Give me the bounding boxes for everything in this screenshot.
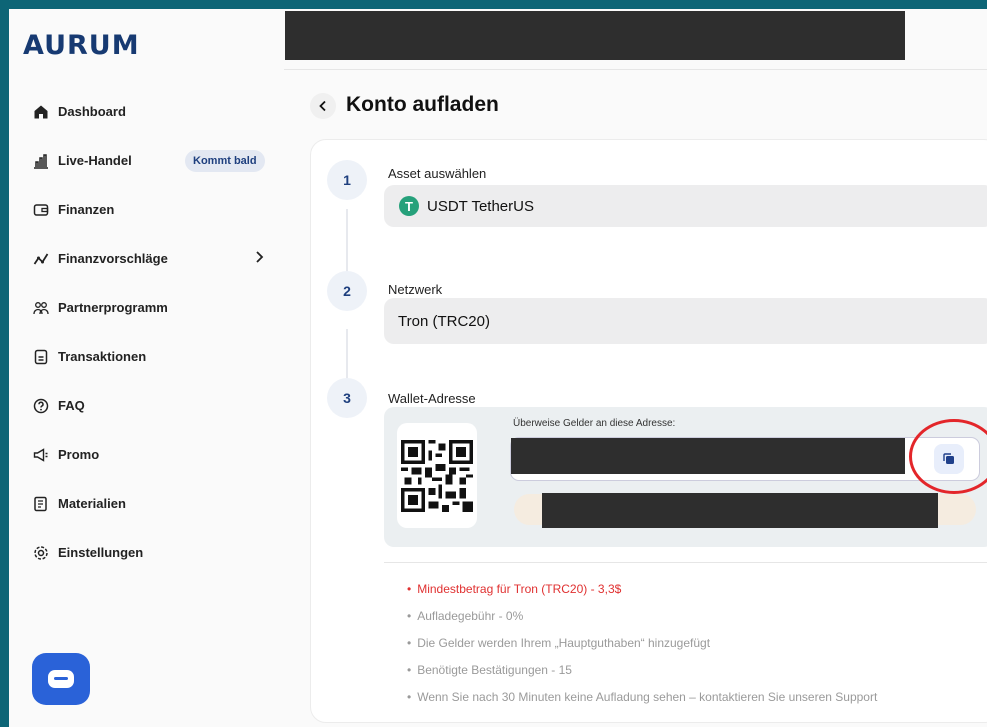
megaphone-icon	[33, 447, 49, 463]
sidebar-item-label: Finanzen	[58, 202, 115, 217]
step-label: Netzwerk	[388, 282, 443, 297]
back-button[interactable]	[310, 93, 336, 119]
sidebar-item-finanzen[interactable]: Finanzen	[9, 185, 284, 234]
redacted-wallet-address	[511, 438, 905, 474]
sidebar-item-faq[interactable]: FAQ	[9, 381, 284, 430]
sidebar-item-label: Partnerprogramm	[58, 300, 168, 315]
sidebar-nav: Dashboard Live-Handel Kommt bald Finanze…	[9, 87, 284, 577]
wallet-icon	[33, 202, 49, 218]
redacted-memo	[542, 493, 938, 528]
chat-icon	[48, 670, 74, 688]
step-number: 2	[327, 271, 367, 311]
note-balance: Die Gelder werden Ihrem „Hauptguthaben“ …	[407, 635, 877, 662]
qr-code[interactable]	[397, 423, 477, 528]
note-fee: Aufladegebühr - 0%	[407, 608, 877, 635]
gear-icon	[33, 545, 49, 561]
sidebar-item-label: Finanzvorschläge	[58, 251, 168, 266]
sidebar-item-transaktionen[interactable]: Transaktionen	[9, 332, 284, 381]
sidebar-item-promo[interactable]: Promo	[9, 430, 284, 479]
chevron-right-icon[interactable]	[252, 250, 266, 264]
document-icon	[33, 349, 49, 365]
step-number: 1	[327, 160, 367, 200]
book-icon	[33, 496, 49, 512]
sidebar-item-label: Materialien	[58, 496, 126, 511]
sidebar-item-finanzvorschlaege[interactable]: Finanzvorschläge	[9, 234, 284, 283]
step-label: Wallet-Adresse	[388, 391, 476, 406]
support-chat-button[interactable]	[32, 653, 90, 705]
step-number: 3	[327, 378, 367, 418]
note-confirmations: Benötigte Bestätigungen - 15	[407, 662, 877, 689]
logo[interactable]: AURUM	[23, 30, 140, 61]
page-title: Konto aufladen	[346, 93, 499, 116]
sidebar-item-label: Live-Handel	[58, 153, 132, 168]
transfer-label: Überweise Gelder an diese Adresse:	[513, 418, 676, 429]
asset-value: USDT TetherUS	[427, 197, 534, 215]
note-minimum-amount: Mindestbetrag für Tron (TRC20) - 3,3$	[407, 581, 877, 608]
sidebar-item-label: Promo	[58, 447, 100, 462]
deposit-notes-list: Mindestbetrag für Tron (TRC20) - 3,3$ Au…	[407, 581, 877, 716]
notes-divider	[384, 562, 987, 563]
chevron-left-icon	[319, 100, 326, 112]
sidebar-item-live-handel[interactable]: Live-Handel Kommt bald	[9, 136, 284, 185]
redacted-header	[285, 11, 905, 60]
asset-select[interactable]: T USDT TetherUS	[384, 185, 987, 227]
network-select[interactable]: Tron (TRC20)	[384, 298, 987, 344]
people-icon	[33, 300, 49, 316]
sidebar-item-dashboard[interactable]: Dashboard	[9, 87, 284, 136]
bar-chart-icon	[33, 153, 49, 169]
trend-icon	[33, 251, 49, 267]
sidebar-item-label: Transaktionen	[58, 349, 147, 364]
sidebar-item-label: Dashboard	[58, 104, 126, 119]
sidebar-item-partnerprogramm[interactable]: Partnerprogramm	[9, 283, 284, 332]
tether-icon: T	[399, 196, 419, 216]
coming-soon-badge: Kommt bald	[185, 150, 265, 172]
question-icon	[33, 398, 49, 414]
network-value: Tron (TRC20)	[398, 312, 490, 330]
step-label: Asset auswählen	[388, 166, 487, 181]
sidebar-item-materialien[interactable]: Materialien	[9, 479, 284, 528]
sidebar-item-einstellungen[interactable]: Einstellungen	[9, 528, 284, 577]
header-divider	[284, 69, 987, 70]
home-icon	[33, 104, 49, 120]
sidebar-item-label: Einstellungen	[58, 545, 144, 560]
sidebar: AURUM Dashboard Live-Handel Kommt bald F…	[9, 9, 284, 727]
app-window: AURUM Dashboard Live-Handel Kommt bald F…	[9, 9, 987, 727]
sidebar-item-label: FAQ	[58, 398, 85, 413]
qr-code-icon	[401, 439, 473, 512]
note-support: Wenn Sie nach 30 Minuten keine Aufladung…	[407, 689, 877, 716]
